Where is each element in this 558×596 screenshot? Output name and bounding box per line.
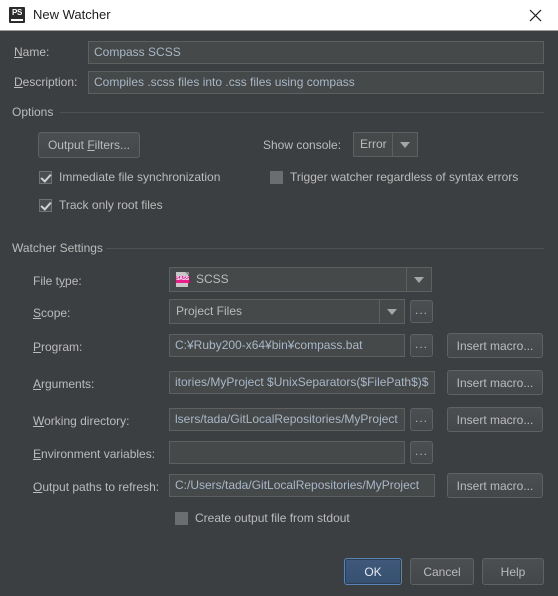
working-directory-browse-button[interactable]: ...	[410, 408, 433, 431]
window-title: New Watcher	[33, 7, 111, 22]
ok-button-label: OK	[364, 564, 382, 579]
scope-label: Scope:	[33, 306, 71, 320]
working-directory-insert-macro-label: Insert macro...	[456, 412, 534, 427]
arguments-insert-macro-label: Insert macro...	[456, 375, 534, 390]
watcher-settings-group-divider	[106, 248, 544, 249]
arguments-label: Arguments:	[33, 377, 95, 391]
options-group-divider	[60, 112, 544, 113]
trigger-watcher-checkbox-box[interactable]	[270, 170, 283, 184]
output-paths-insert-macro-label: Insert macro...	[456, 478, 534, 493]
description-label: Description:	[14, 75, 78, 89]
track-root-files-checkbox-label: Track only root files	[59, 198, 163, 212]
chevron-down-icon[interactable]	[392, 133, 417, 156]
create-output-file-checkbox-label: Create output file from stdout	[195, 511, 350, 525]
show-console-value: Error	[360, 137, 387, 151]
working-directory-label: Working directory:	[33, 414, 130, 428]
close-icon[interactable]	[513, 0, 558, 30]
program-insert-macro-label: Insert macro...	[456, 338, 534, 353]
scope-browse-button-label: ...	[414, 302, 428, 317]
working-directory-input[interactable]: lsers/tada/GitLocalRepositories/MyProjec…	[169, 408, 405, 431]
name-label: Name:	[14, 45, 50, 59]
phpstorm-icon-text: PS	[11, 8, 23, 17]
file-type-select[interactable]: SASS SCSS	[169, 267, 432, 292]
phpstorm-icon: PS	[9, 7, 25, 23]
output-paths-label: Output paths to refresh:	[33, 480, 160, 494]
working-directory-insert-macro-button[interactable]: Insert macro...	[447, 407, 543, 432]
options-group-title: Options	[12, 105, 60, 119]
cancel-button[interactable]: Cancel	[410, 558, 474, 585]
environment-variables-label: Environment variables:	[33, 447, 156, 461]
working-directory-browse-button-label: ...	[414, 410, 428, 425]
program-insert-macro-button[interactable]: Insert macro...	[447, 333, 543, 358]
environment-variables-browse-button-label: ...	[414, 443, 428, 458]
arguments-insert-macro-button[interactable]: Insert macro...	[447, 370, 543, 395]
create-output-file-checkbox-box[interactable]	[175, 511, 188, 525]
scss-file-icon-text: SASS	[176, 276, 189, 283]
scss-file-icon: SASS	[176, 272, 190, 287]
phpstorm-icon-underline	[11, 19, 23, 21]
program-browse-button-label: ...	[414, 336, 428, 351]
file-type-label: File type:	[33, 274, 82, 288]
arguments-input[interactable]: itories/MyProject $UnixSeparators($FileP…	[169, 371, 435, 394]
program-label: Program:	[33, 340, 83, 354]
file-type-value-wrap: SASS SCSS	[176, 268, 229, 291]
immediate-sync-checkbox[interactable]: Immediate file synchronization	[39, 170, 220, 184]
output-paths-insert-macro-button[interactable]: Insert macro...	[447, 473, 543, 498]
name-input[interactable]: Compass SCSS	[88, 41, 544, 64]
help-button-label: Help	[500, 564, 526, 579]
track-root-files-checkbox-box[interactable]	[39, 198, 52, 212]
file-type-chevron-down-icon[interactable]	[406, 268, 431, 291]
immediate-sync-checkbox-label: Immediate file synchronization	[59, 170, 221, 184]
help-button[interactable]: Help	[482, 558, 544, 585]
scope-browse-button[interactable]: ...	[410, 300, 433, 323]
file-type-value: SCSS	[196, 272, 229, 286]
track-root-files-checkbox[interactable]: Track only root files	[39, 198, 163, 212]
output-filters-button[interactable]: Output Filters...	[38, 132, 140, 158]
scope-value: Project Files	[176, 304, 243, 318]
ok-button[interactable]: OK	[344, 558, 402, 585]
show-console-select[interactable]: Error	[353, 132, 418, 157]
description-input[interactable]: Compiles .scss files into .css files usi…	[88, 71, 544, 94]
window-titlebar: PS New Watcher	[0, 0, 558, 31]
trigger-watcher-checkbox[interactable]: Trigger watcher regardless of syntax err…	[270, 170, 518, 184]
scope-select[interactable]: Project Files	[169, 299, 405, 324]
show-console-label: Show console:	[263, 138, 342, 152]
watcher-settings-group-title: Watcher Settings	[12, 241, 109, 255]
immediate-sync-checkbox-box[interactable]	[39, 170, 52, 184]
program-input[interactable]: C:¥Ruby200-x64¥bin¥compass.bat	[169, 334, 405, 357]
scope-chevron-down-icon[interactable]	[379, 300, 404, 323]
create-output-file-checkbox[interactable]: Create output file from stdout	[175, 511, 350, 525]
cancel-button-label: Cancel	[423, 564, 461, 579]
trigger-watcher-checkbox-label: Trigger watcher regardless of syntax err…	[290, 170, 519, 184]
output-filters-button-label: Output Filters...	[47, 138, 131, 152]
program-browse-button[interactable]: ...	[410, 334, 433, 357]
output-paths-input[interactable]: C:/Users/tada/GitLocalRepositories/MyPro…	[169, 474, 435, 497]
environment-variables-browse-button[interactable]: ...	[410, 441, 433, 464]
environment-variables-input[interactable]	[169, 441, 405, 464]
